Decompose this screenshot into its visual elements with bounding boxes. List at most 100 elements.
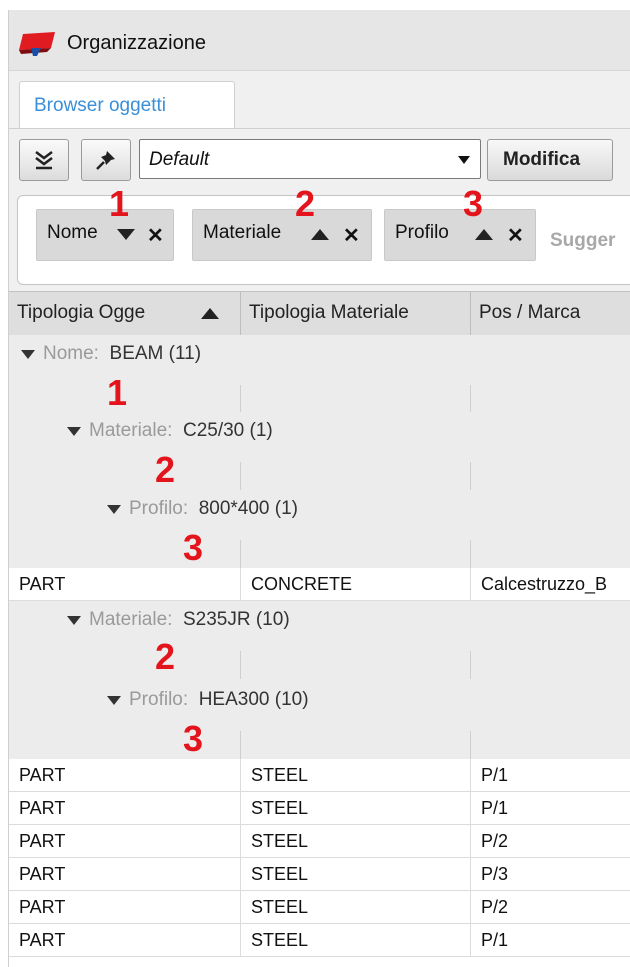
annotation-marker-2: 2 — [155, 636, 176, 677]
annotation-marker-3: 3 — [183, 527, 204, 568]
dropdown-value: Default — [149, 149, 210, 170]
tab-browser-oggetti[interactable]: Browser oggetti — [19, 81, 235, 130]
object-table: Tipologia Ogge Tipologia Materiale Pos /… — [9, 291, 630, 967]
cell-tipologia-materiale: STEEL — [241, 891, 471, 923]
group-row-materiale[interactable]: Materiale: S235JR (10) 2 — [9, 601, 630, 682]
pin-icon — [96, 151, 115, 170]
group-chip-profilo[interactable]: Profilo ✕ — [384, 209, 536, 261]
column-header-tipologia-oggetto[interactable]: Tipologia Ogge — [9, 292, 241, 336]
table-row[interactable]: PART STEEL P/2 — [9, 891, 630, 924]
column-header-label: Pos / Marca — [479, 302, 581, 323]
remove-group-icon[interactable]: ✕ — [343, 223, 360, 248]
annotation-marker-2: 2 — [295, 183, 316, 224]
group-value: C25/30 (1) — [182, 420, 273, 441]
cell-tipologia-oggetto: PART — [9, 759, 241, 791]
column-divider — [470, 385, 471, 413]
column-divider — [470, 731, 471, 759]
column-header-label: Tipologia Materiale — [249, 302, 409, 323]
expand-triangle-icon[interactable] — [67, 427, 81, 436]
expand-triangle-icon[interactable] — [107, 505, 121, 514]
cell-tipologia-oggetto: PART — [9, 891, 241, 923]
cell-pos-marca: P/2 — [471, 891, 630, 923]
group-row-profilo[interactable]: Profilo: HEA300 (10) 3 — [9, 681, 630, 760]
tab-label: Browser oggetti — [34, 95, 167, 116]
group-row-profilo[interactable]: Profilo: 800*400 (1) 3 — [9, 490, 630, 569]
table-row[interactable]: PART STEEL P/2 — [9, 825, 630, 858]
sort-asc-icon — [201, 308, 219, 319]
cell-pos-marca: P/2 — [471, 825, 630, 857]
cell-tipologia-materiale: STEEL — [241, 858, 471, 890]
column-divider — [240, 540, 241, 568]
cell-tipologia-oggetto: PART — [9, 825, 241, 857]
group-chip-materiale[interactable]: Materiale ✕ — [192, 209, 372, 261]
group-row-nome[interactable]: Nome: BEAM (11) 1 — [9, 335, 630, 413]
table-row[interactable]: PART STEEL P/1 — [9, 792, 630, 825]
column-divider — [240, 385, 241, 413]
group-value: BEAM (11) — [109, 343, 202, 364]
table-row[interactable]: PART CONCRETE Calcestruzzo_B — [9, 568, 630, 601]
annotation-marker-1: 1 — [107, 372, 128, 413]
expand-triangle-icon[interactable] — [67, 616, 81, 625]
group-key: Materiale: — [89, 609, 173, 630]
table-row[interactable]: PART STEEL P/3 — [9, 858, 630, 891]
tab-strip: Browser oggetti — [9, 71, 630, 130]
group-row-materiale[interactable]: Materiale: C25/30 (1) 2 — [9, 412, 630, 491]
app-logo-icon — [19, 32, 55, 56]
group-value: HEA300 (10) — [198, 689, 309, 710]
annotation-marker-2: 2 — [155, 449, 176, 490]
column-divider — [470, 540, 471, 568]
table-header: Tipologia Ogge Tipologia Materiale Pos /… — [9, 291, 630, 337]
column-divider — [240, 731, 241, 759]
cell-tipologia-materiale: STEEL — [241, 759, 471, 791]
annotation-marker-1: 1 — [109, 183, 130, 224]
annotation-marker-3: 3 — [463, 183, 484, 224]
group-chip-nome[interactable]: Nome ✕ — [36, 209, 174, 261]
column-divider — [240, 651, 241, 679]
group-key: Nome: — [43, 343, 99, 364]
sort-desc-icon — [117, 229, 135, 240]
dropdown-arrow-icon — [458, 156, 470, 164]
cell-tipologia-materiale: CONCRETE — [241, 568, 471, 600]
pin-button[interactable] — [81, 139, 131, 181]
layout-dropdown[interactable]: Default — [139, 139, 481, 179]
sort-asc-icon — [311, 229, 329, 240]
group-value: 800*400 (1) — [198, 498, 298, 519]
cell-tipologia-oggetto: PART — [9, 568, 241, 600]
cell-pos-marca: P/1 — [471, 792, 630, 824]
window-title: Organizzazione — [67, 32, 206, 54]
double-chevron-down-icon — [35, 151, 53, 170]
group-key: Profilo: — [129, 689, 189, 710]
sort-asc-icon — [475, 229, 493, 240]
cell-tipologia-oggetto: PART — [9, 858, 241, 890]
expand-triangle-icon[interactable] — [21, 350, 35, 359]
group-key: Materiale: — [89, 420, 173, 441]
table-row[interactable]: PART STEEL P/1 — [9, 759, 630, 792]
cell-pos-marca: P/1 — [471, 759, 630, 791]
group-value: S235JR (10) — [182, 609, 290, 630]
column-divider — [470, 462, 471, 490]
column-header-pos-marca[interactable]: Pos / Marca — [471, 292, 630, 336]
annotation-marker-3: 3 — [183, 718, 204, 759]
cell-tipologia-materiale: STEEL — [241, 792, 471, 824]
group-chip-label: Materiale — [203, 222, 282, 243]
collapse-all-button[interactable] — [19, 139, 69, 181]
column-header-label: Tipologia Ogge — [17, 302, 146, 323]
remove-group-icon[interactable]: ✕ — [507, 223, 524, 248]
table-row[interactable]: PART STEEL P/1 — [9, 924, 630, 957]
cell-tipologia-oggetto: PART — [9, 924, 241, 956]
group-chip-label: Profilo — [395, 222, 449, 243]
cell-pos-marca: Calcestruzzo_B — [471, 568, 630, 600]
column-header-tipologia-materiale[interactable]: Tipologia Materiale — [241, 292, 471, 336]
title-bar: Organizzazione — [9, 10, 630, 71]
suggestion-hint: Sugger — [550, 230, 616, 251]
expand-triangle-icon[interactable] — [107, 696, 121, 705]
cell-tipologia-materiale: STEEL — [241, 825, 471, 857]
group-chip-label: Nome — [47, 222, 98, 243]
column-divider — [240, 462, 241, 490]
group-key: Profilo: — [129, 498, 189, 519]
modify-label: Modifica — [503, 149, 581, 170]
cell-pos-marca: P/1 — [471, 924, 630, 956]
modify-button[interactable]: Modifica — [487, 139, 613, 181]
remove-group-icon[interactable]: ✕ — [147, 223, 164, 248]
cell-tipologia-materiale: STEEL — [241, 924, 471, 956]
